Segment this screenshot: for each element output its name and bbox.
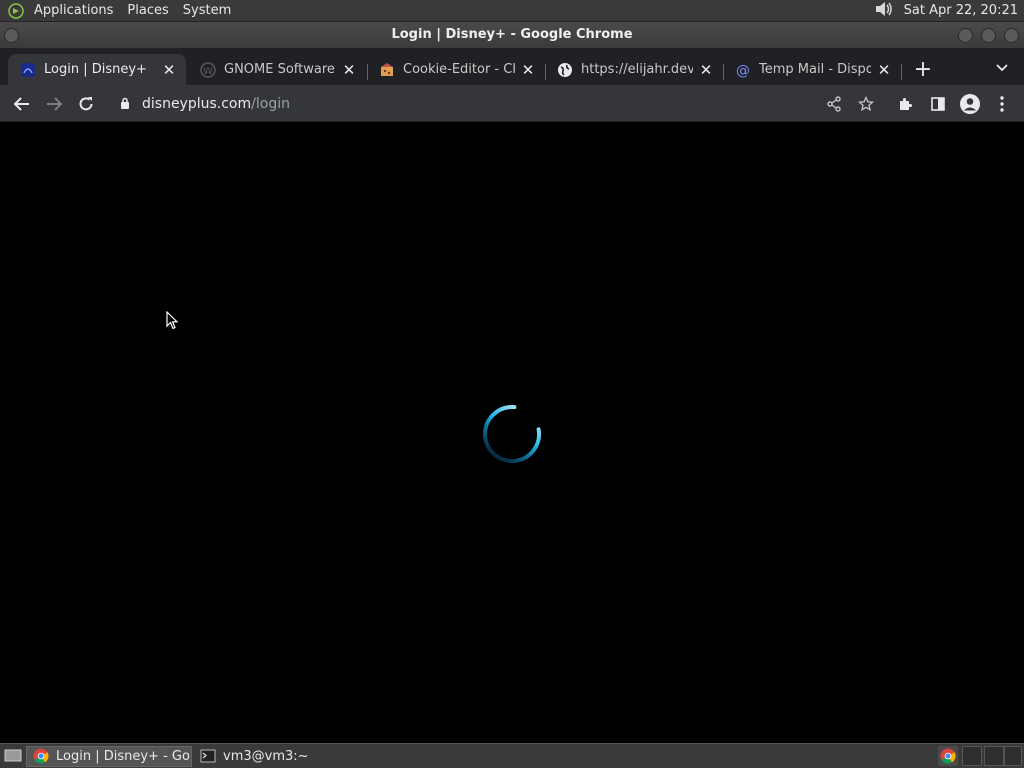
top-panel: Applications Places System Sat Apr 22, 2…	[0, 0, 1024, 22]
forward-arrow-icon	[47, 97, 63, 111]
close-tab-icon[interactable]: ✕	[519, 61, 537, 79]
new-tab-button[interactable]: +	[910, 56, 936, 82]
desktop-icon	[4, 749, 22, 762]
back-button[interactable]	[8, 90, 36, 118]
close-tab-icon[interactable]: ✕	[697, 61, 715, 79]
close-tab-icon[interactable]: ✕	[340, 61, 358, 79]
tab-temp-mail[interactable]: @ Temp Mail - Dispos ✕	[723, 54, 901, 85]
close-tab-icon[interactable]: ✕	[160, 61, 178, 79]
page-content	[0, 123, 1024, 743]
address-bar[interactable]: disneyplus.com/login	[108, 89, 890, 118]
show-desktop-button[interactable]	[2, 746, 24, 767]
kebab-menu-icon	[1000, 96, 1004, 112]
at-sign-icon: @	[735, 62, 751, 78]
url-path: /login	[251, 95, 290, 112]
disney-icon	[20, 62, 36, 78]
puzzle-icon	[900, 98, 912, 110]
forward-button[interactable]	[40, 90, 68, 118]
tab-title: Cookie-Editor - Chro	[403, 62, 515, 77]
svg-text:@: @	[736, 63, 750, 78]
avatar-icon	[960, 94, 980, 114]
globe-icon	[557, 62, 573, 78]
tab-title: https://elijahr.dev/p	[581, 62, 693, 77]
gnome-foot-icon[interactable]	[5, 0, 27, 22]
window-title-bar[interactable]: Login | Disney+ - Google Chrome	[0, 22, 1024, 48]
main-menu: Applications Places System	[27, 0, 238, 22]
close-window-button[interactable]	[1004, 28, 1019, 43]
workspace-switcher-1[interactable]	[962, 746, 982, 766]
tab-strip: Login | Disney+ ✕ W GNOME Software - ✕ C…	[0, 48, 1024, 85]
tab-search-chevron-icon[interactable]	[990, 56, 1014, 80]
taskbar-item-terminal[interactable]: vm3@vm3:~	[194, 746, 334, 767]
menu-places[interactable]: Places	[120, 0, 175, 22]
profile-button[interactable]	[956, 90, 984, 118]
menu-system[interactable]: System	[176, 0, 238, 22]
wordpress-icon: W	[200, 61, 216, 78]
tab-separator	[901, 64, 902, 80]
reload-icon	[79, 97, 93, 111]
taskbar-item-label: vm3@vm3:~	[223, 748, 309, 764]
star-icon	[858, 96, 874, 112]
tab-title: GNOME Software -	[224, 62, 336, 77]
chrome-menu-button[interactable]	[988, 90, 1016, 118]
side-panel-button[interactable]	[924, 90, 952, 118]
volume-icon[interactable]	[874, 0, 894, 22]
bottom-panel: Login | Disney+ - Go... vm3@vm3:~	[0, 743, 1024, 768]
mouse-pointer-icon	[166, 311, 178, 330]
panel-clock[interactable]: Sat Apr 22, 20:21	[904, 3, 1018, 18]
tab-gnome-software[interactable]: W GNOME Software - ✕	[188, 54, 366, 85]
bookmark-button[interactable]	[852, 90, 880, 118]
close-tab-icon[interactable]: ✕	[875, 61, 893, 79]
side-panel-icon	[931, 97, 945, 111]
taskbar-item-label: Login | Disney+ - Go...	[56, 748, 192, 764]
chrome-icon	[33, 748, 49, 764]
tab-cookie-editor[interactable]: Cookie-Editor - Chro ✕	[367, 54, 545, 85]
tab-login-disney[interactable]: Login | Disney+ ✕	[8, 54, 186, 85]
extensions-button[interactable]	[892, 90, 920, 118]
share-icon	[827, 96, 841, 112]
minimize-button[interactable]	[958, 28, 973, 43]
maximize-button[interactable]	[981, 28, 996, 43]
trash-applet[interactable]	[1004, 746, 1022, 766]
window-title: Login | Disney+ - Google Chrome	[391, 27, 633, 42]
tab-title: Login | Disney+	[44, 62, 147, 77]
terminal-icon	[200, 748, 216, 764]
share-button[interactable]	[820, 90, 848, 118]
svg-text:W: W	[203, 66, 213, 77]
loading-spinner-icon	[483, 405, 542, 464]
workspace-switcher-2[interactable]	[984, 746, 1004, 766]
tab-elijahr-dev[interactable]: https://elijahr.dev/p ✕	[545, 54, 723, 85]
back-arrow-icon	[13, 97, 29, 111]
browser-toolbar: disneyplus.com/login	[0, 85, 1024, 122]
menu-applications[interactable]: Applications	[27, 0, 120, 22]
reload-button[interactable]	[72, 90, 100, 118]
lock-icon[interactable]	[120, 97, 134, 110]
url-host: disneyplus.com	[142, 95, 252, 112]
taskbar-item-chrome[interactable]: Login | Disney+ - Go...	[26, 745, 192, 767]
tray-chrome-icon[interactable]	[938, 746, 958, 766]
cookie-icon	[379, 62, 395, 78]
tab-title: Temp Mail - Dispos	[759, 62, 871, 77]
